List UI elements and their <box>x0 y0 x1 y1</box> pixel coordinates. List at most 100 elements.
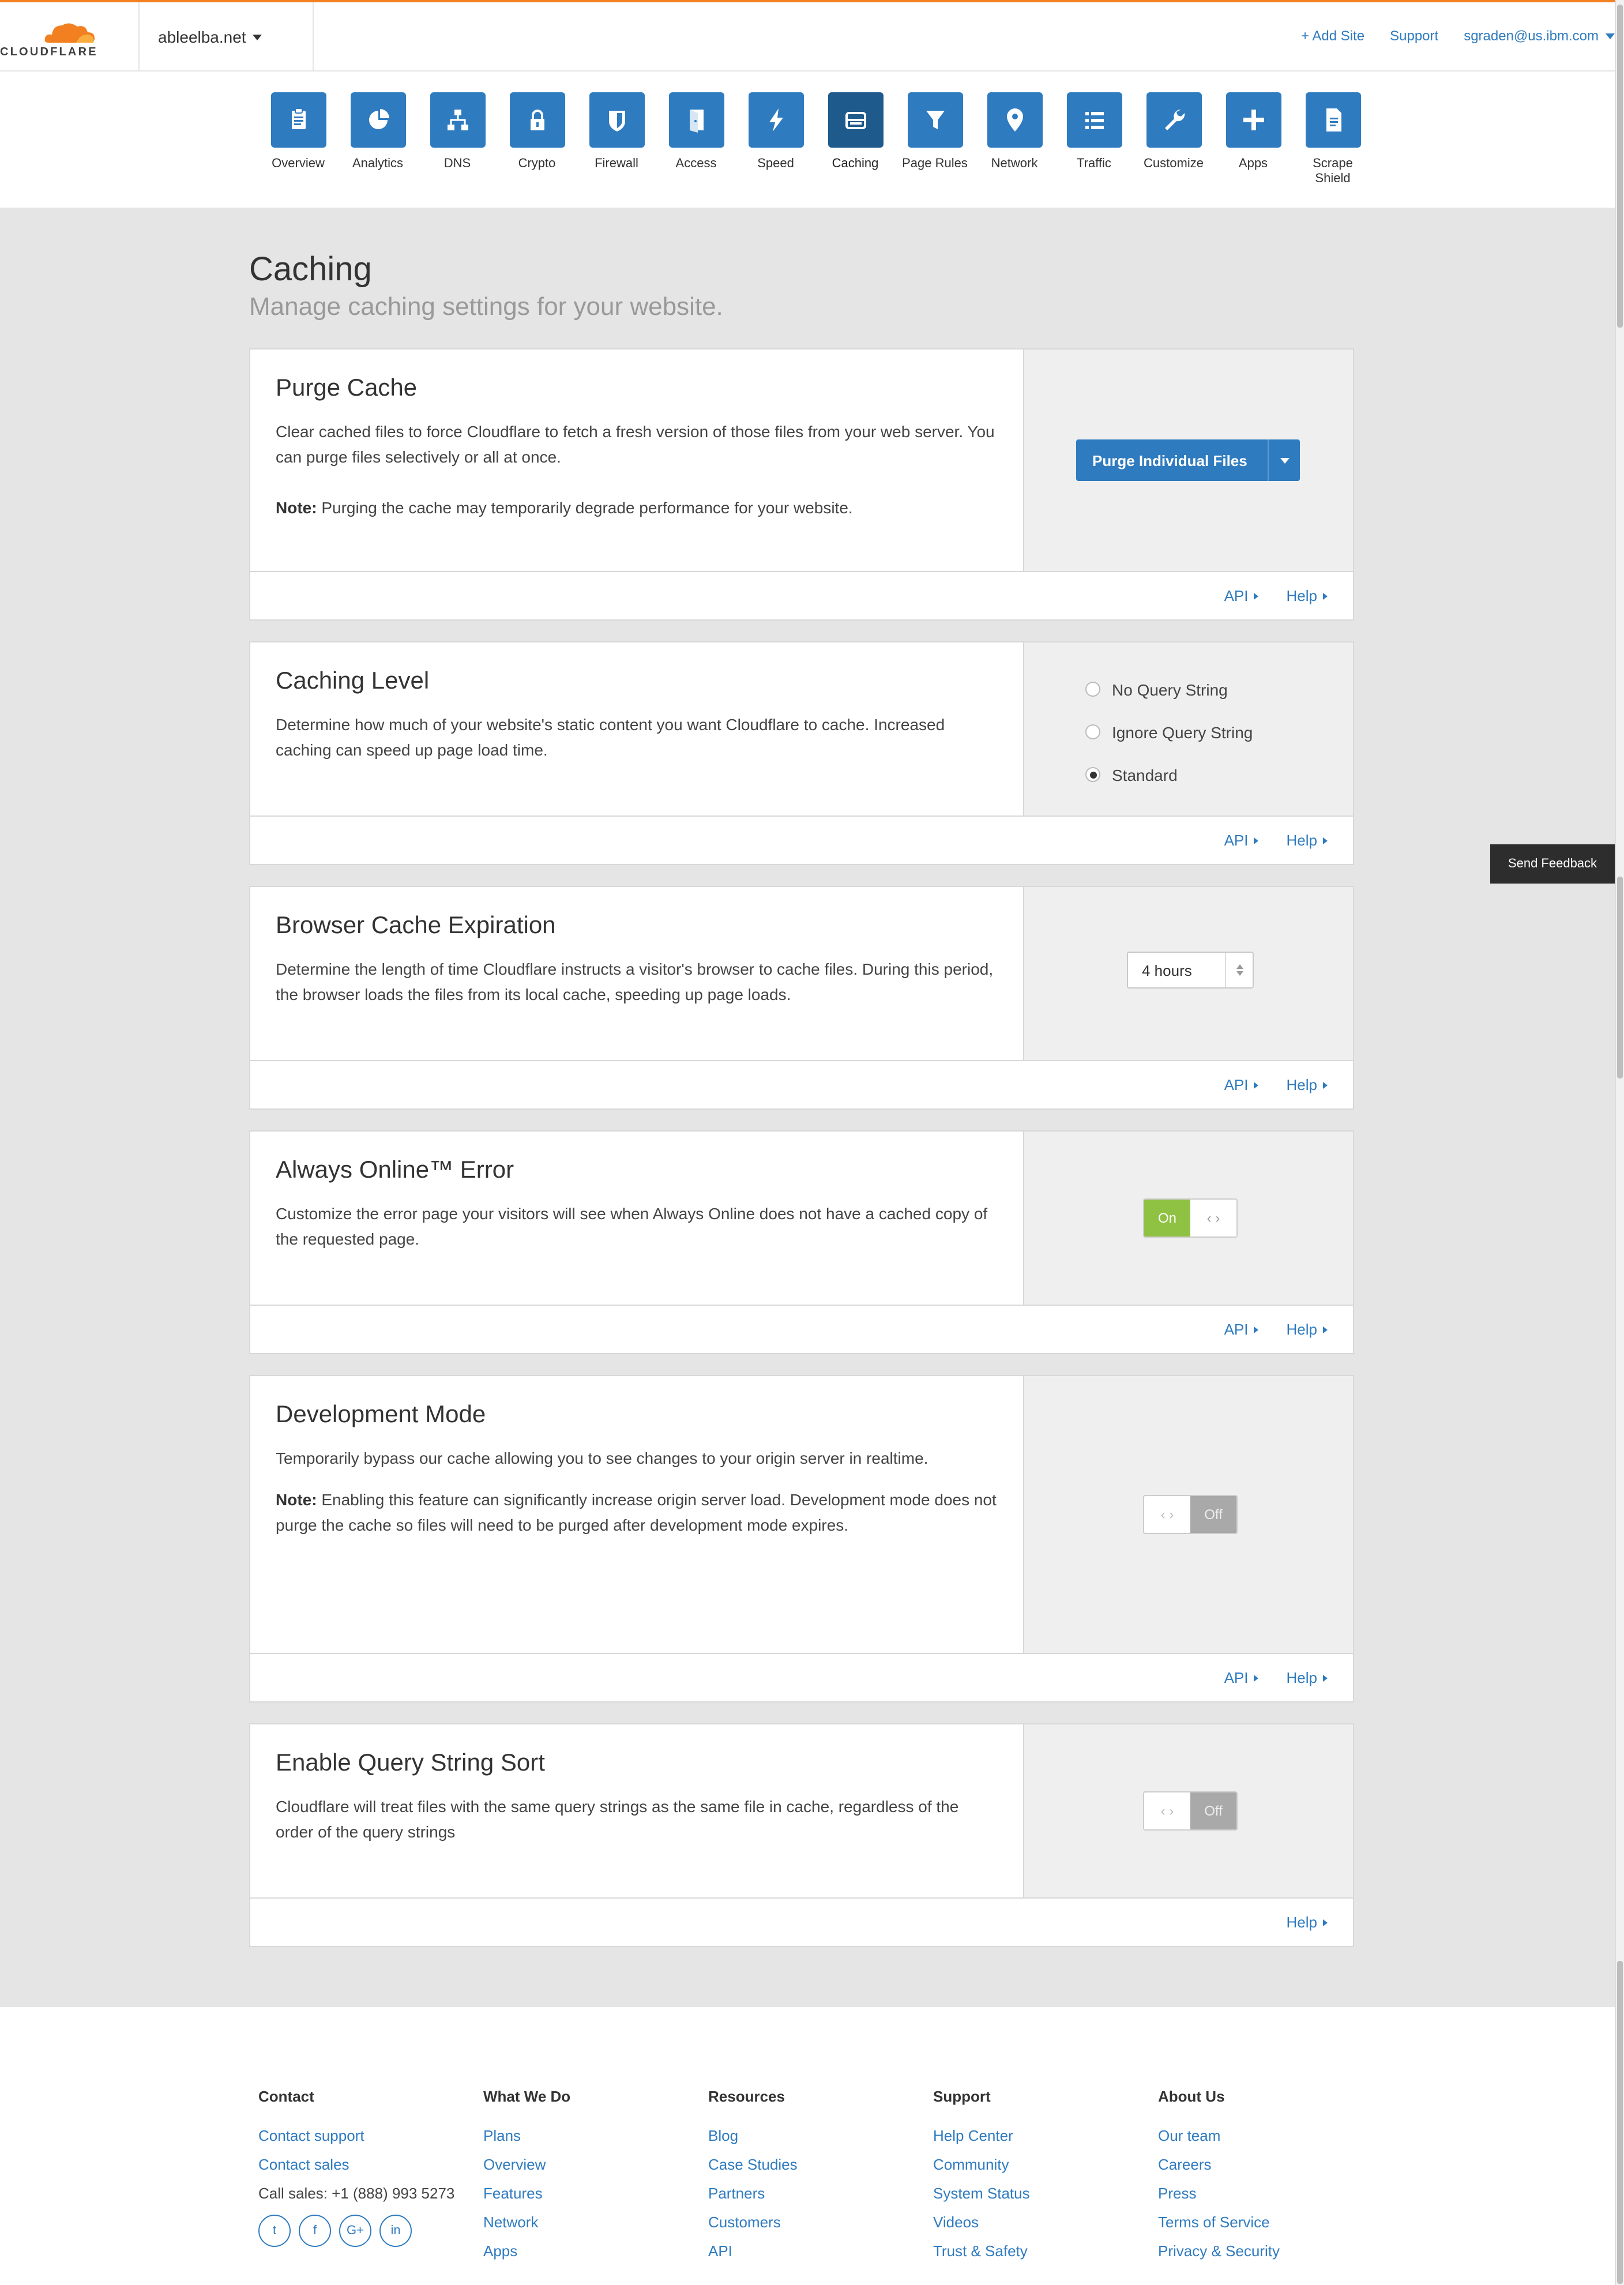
footer-link[interactable]: Press <box>1158 2179 1383 2208</box>
nav-traffic[interactable]: Traffic <box>1054 92 1134 187</box>
radio-ignore-query-string[interactable]: Ignore Query String <box>1085 711 1253 753</box>
footer-link[interactable]: Blog <box>708 2121 933 2150</box>
always-online-error-card: Always Online™ Error Customize the error… <box>249 1130 1354 1306</box>
account-menu[interactable]: sgraden@us.ibm.com <box>1464 28 1615 44</box>
footer-heading: What We Do <box>483 2088 571 2105</box>
api-link[interactable]: API <box>1224 1669 1259 1686</box>
api-label: API <box>1224 1076 1249 1093</box>
footer-link[interactable]: Videos <box>933 2208 1158 2237</box>
help-label: Help <box>1286 1321 1318 1338</box>
page-scrollbar[interactable] <box>1615 0 1624 2285</box>
support-link[interactable]: Support <box>1390 28 1438 44</box>
help-label: Help <box>1286 587 1318 604</box>
send-feedback-button[interactable]: Send Feedback <box>1490 844 1615 884</box>
browser-cache-ttl-select[interactable]: 4 hours <box>1127 952 1254 989</box>
card-note: Note: Enabling this feature can signific… <box>276 1487 998 1538</box>
footer-link[interactable]: Contact sales <box>258 2150 483 2179</box>
radio-label: No Query String <box>1112 680 1228 698</box>
nav-firewall[interactable]: Firewall <box>577 92 656 187</box>
nav-label: Overview <box>272 157 325 171</box>
api-label: API <box>1224 587 1249 604</box>
cloudflare-logo[interactable]: CLOUDFLARE <box>0 16 122 60</box>
help-link[interactable]: Help <box>1287 1321 1328 1338</box>
card-title: Enable Query String Sort <box>276 1750 545 1776</box>
help-link[interactable]: Help <box>1287 832 1328 849</box>
nav-label: Speed <box>757 157 794 171</box>
nav-overview[interactable]: Overview <box>258 92 338 187</box>
nav-page-rules[interactable]: Page Rules <box>895 92 975 187</box>
facebook-icon[interactable]: f <box>299 2215 331 2247</box>
card-description: Determine the length of time Cloudflare … <box>276 960 994 1004</box>
card-description: Cloudflare will treat files with the sam… <box>276 1797 959 1841</box>
scrollbar-thumb[interactable] <box>1617 877 1623 1078</box>
help-link[interactable]: Help <box>1287 1914 1328 1931</box>
caching-level-options: No Query String Ignore Query String Stan… <box>1085 668 1253 796</box>
nav-apps[interactable]: Apps <box>1213 92 1293 187</box>
help-label: Help <box>1286 832 1318 849</box>
footer-link[interactable]: Features <box>483 2179 708 2208</box>
scrollbar-thumb[interactable] <box>1617 5 1623 328</box>
nav-analytics[interactable]: Analytics <box>338 92 418 187</box>
footer-link[interactable]: System Status <box>933 2179 1158 2208</box>
pie-chart-icon <box>350 92 405 148</box>
nav-access[interactable]: Access <box>656 92 736 187</box>
nav-crypto[interactable]: Crypto <box>497 92 577 187</box>
development-mode-toggle[interactable]: ‹ › Off <box>1143 1495 1238 1534</box>
note-label: Note: <box>276 498 317 517</box>
caret-right-icon <box>1323 1326 1328 1333</box>
twitter-icon[interactable]: t <box>258 2215 291 2247</box>
footer-link[interactable]: Careers <box>1158 2150 1383 2179</box>
radio-label: Standard <box>1112 765 1178 784</box>
help-link[interactable]: Help <box>1287 1076 1328 1093</box>
nav-speed[interactable]: Speed <box>736 92 815 187</box>
nav-customize[interactable]: Customize <box>1134 92 1213 187</box>
footer-link[interactable]: Plans <box>483 2121 708 2150</box>
query-string-sort-toggle[interactable]: ‹ › Off <box>1143 1791 1238 1831</box>
footer-heading: About Us <box>1158 2088 1225 2105</box>
footer-heading: Contact <box>258 2088 314 2105</box>
footer-link[interactable]: Privacy & Security <box>1158 2237 1383 2265</box>
footer-link[interactable]: Our team <box>1158 2121 1383 2150</box>
footer-link[interactable]: Apps <box>483 2237 708 2265</box>
help-link[interactable]: Help <box>1287 1669 1328 1686</box>
wrench-icon <box>1146 92 1201 148</box>
purge-options-dropdown[interactable] <box>1268 439 1300 481</box>
card-body: Development Mode Temporarily bypass our … <box>250 1376 1023 1653</box>
nav-label: Page Rules <box>902 157 968 171</box>
footer-link[interactable]: Network <box>483 2208 708 2237</box>
footer-link[interactable]: Trust & Safety <box>933 2237 1158 2265</box>
server-drive-icon <box>828 92 883 148</box>
footer-link[interactable]: Help Center <box>933 2121 1158 2150</box>
nav-scrape-shield[interactable]: Scrape Shield <box>1293 92 1373 187</box>
google-plus-icon[interactable]: G+ <box>339 2215 371 2247</box>
nav-network[interactable]: Network <box>975 92 1054 187</box>
footer-link[interactable]: Community <box>933 2150 1158 2179</box>
nav-caching[interactable]: Caching <box>815 92 895 187</box>
sales-phone: Call sales: +1 (888) 993 5273 <box>258 2185 455 2202</box>
radio-standard[interactable]: Standard <box>1085 753 1253 796</box>
help-link[interactable]: Help <box>1287 587 1328 604</box>
always-online-toggle[interactable]: On ‹ › <box>1143 1198 1238 1238</box>
footer-link[interactable]: Customers <box>708 2208 933 2237</box>
footer-column-about: About Us Our team Careers Press Terms of… <box>1158 2088 1383 2265</box>
footer-link[interactable]: Partners <box>708 2179 933 2208</box>
footer-link[interactable]: Contact support <box>258 2121 483 2150</box>
api-link[interactable]: API <box>1224 1321 1259 1338</box>
card-description: Clear cached files to force Cloudflare t… <box>276 422 995 466</box>
scrollbar-thumb[interactable] <box>1617 1961 1623 2284</box>
linkedin-icon[interactable]: in <box>379 2215 412 2247</box>
footer-link[interactable]: Overview <box>483 2150 708 2179</box>
footer-link[interactable]: Case Studies <box>708 2150 933 2179</box>
domain-selector[interactable]: ableelba.net <box>138 2 314 70</box>
card-body: Always Online™ Error Customize the error… <box>250 1132 1023 1305</box>
card-description: Temporarily bypass our cache allowing yo… <box>276 1449 928 1467</box>
add-site-link[interactable]: + Add Site <box>1301 28 1364 44</box>
api-link[interactable]: API <box>1224 832 1259 849</box>
api-link[interactable]: API <box>1224 587 1259 604</box>
footer-link[interactable]: API <box>708 2237 933 2265</box>
api-link[interactable]: API <box>1224 1076 1259 1093</box>
radio-no-query-string[interactable]: No Query String <box>1085 668 1253 711</box>
nav-dns[interactable]: DNS <box>418 92 497 187</box>
purge-individual-files-button[interactable]: Purge Individual Files <box>1076 439 1300 481</box>
footer-link[interactable]: Terms of Service <box>1158 2208 1383 2237</box>
